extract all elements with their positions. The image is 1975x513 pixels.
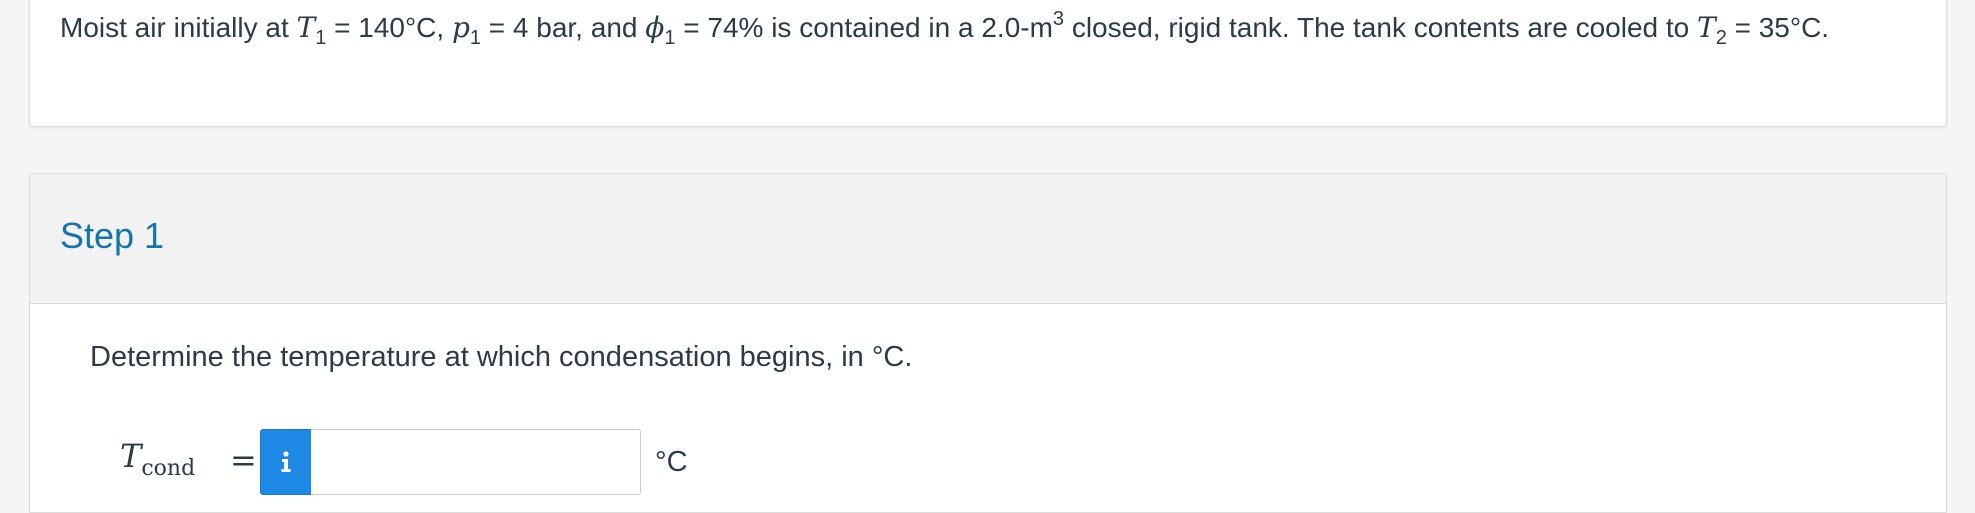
problem-text-segment: = 74% is contained in a 2.0-m: [675, 12, 1053, 43]
step-title: Step 1: [60, 215, 165, 256]
variable-label: Tcond: [120, 431, 195, 481]
t1-subscript: 1: [315, 27, 327, 49]
t1-symbol: T: [296, 11, 316, 44]
equals-sign: =: [230, 441, 257, 479]
info-button[interactable]: [260, 429, 312, 495]
question-text: Determine the temperature at which conde…: [90, 341, 913, 373]
step-header: Step 1: [30, 174, 1946, 304]
phi1-symbol: ϕ: [645, 11, 665, 44]
problem-text-segment: = 140°C,: [326, 12, 452, 43]
problem-card: Moist air initially at T1 = 140°C, p1 = …: [29, 0, 1947, 127]
problem-text-segment: = 4 bar, and: [481, 12, 646, 43]
info-icon: [281, 451, 291, 472]
problem-text-segment: closed, rigid tank. The tank contents ar…: [1064, 12, 1698, 43]
p1-symbol: p: [451, 11, 470, 44]
t2-symbol: T: [1697, 11, 1716, 44]
p1-subscript: 1: [469, 27, 481, 49]
answer-row: Tcond = °C: [90, 429, 890, 495]
step-card: Step 1 Determine the temperature at whic…: [29, 173, 1947, 513]
variable-subscript: cond: [141, 456, 196, 481]
unit-label: °C: [655, 446, 688, 478]
problem-text-segment: Moist air initially at: [60, 12, 297, 43]
phi1-subscript: 1: [664, 27, 676, 49]
problem-statement: Moist air initially at T1 = 140°C, p1 = …: [60, 5, 1930, 50]
variable-symbol: T: [120, 437, 142, 475]
answer-input[interactable]: [311, 429, 641, 495]
cubic-superscript: 3: [1052, 8, 1065, 30]
t2-subscript: 2: [1715, 27, 1727, 49]
problem-text-segment: = 35°C.: [1726, 12, 1830, 43]
